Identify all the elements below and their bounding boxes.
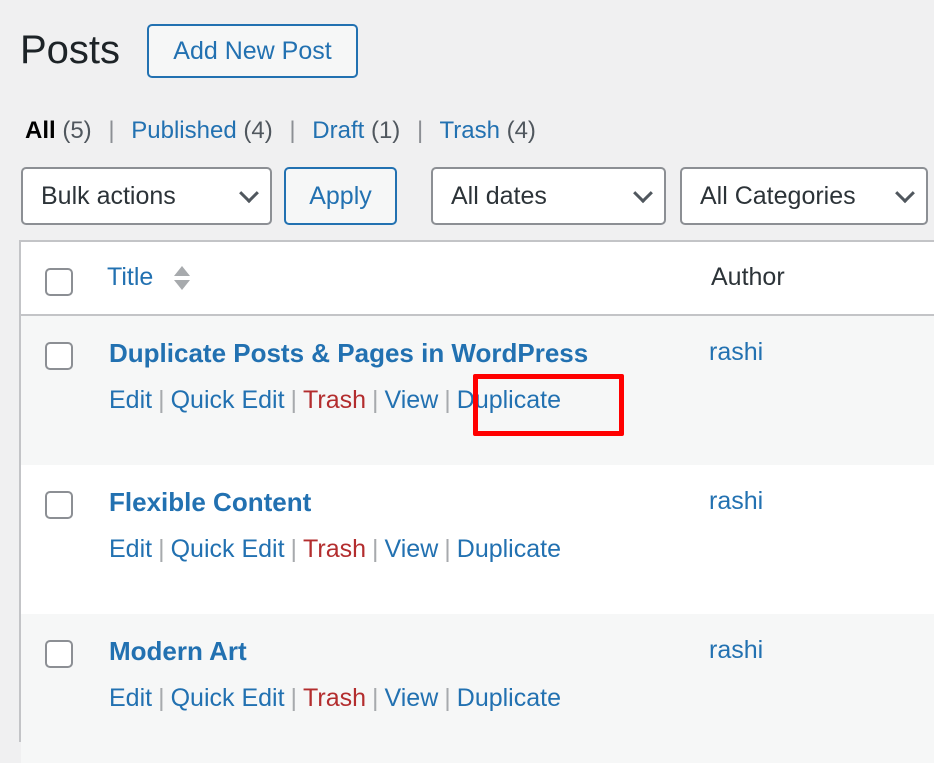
table-row: Duplicate Posts & Pages in WordPress Edi… [21, 316, 934, 465]
select-all-checkbox[interactable] [45, 268, 73, 296]
row-actions: Edit | Quick Edit | Trash | View | Duplicate [109, 684, 561, 712]
edit-link[interactable]: Edit [109, 684, 152, 712]
add-new-post-button[interactable]: Add New Post [147, 24, 358, 78]
bulk-actions-value: Bulk actions [41, 181, 176, 210]
chevron-down-icon [633, 183, 653, 204]
trash-link[interactable]: Trash [303, 535, 366, 563]
edit-link[interactable]: Edit [109, 386, 152, 414]
filter-published[interactable]: Published [131, 117, 236, 144]
row-checkbox[interactable] [45, 491, 73, 519]
categories-filter-value: All Categories [700, 181, 856, 210]
status-filter-links: All (5) | Published (4) | Draft (1) | Tr… [25, 116, 536, 146]
table-row: Modern Art Edit | Quick Edit | Trash | View | Du… [21, 614, 934, 763]
view-link[interactable]: View [385, 684, 439, 712]
view-link[interactable]: View [385, 535, 439, 563]
filter-all[interactable]: All [25, 117, 56, 144]
row-actions: Edit | Quick Edit | Trash | View | Duplicate [109, 535, 561, 563]
row-actions: Edit | Quick Edit | Trash | View | Duplicate [109, 386, 561, 414]
filter-all-count: (5) [62, 117, 92, 144]
chevron-down-icon [239, 183, 259, 204]
apply-button[interactable]: Apply [284, 167, 397, 225]
table-row: Flexible Content Edit | Quick Edit | Trash | V… [21, 465, 934, 614]
filter-trash[interactable]: Trash [439, 117, 499, 144]
duplicate-link[interactable]: Duplicate [457, 684, 561, 712]
dates-filter-select[interactable]: All dates [431, 167, 666, 225]
posts-table: Title Author Duplicate Posts & Pages in … [19, 240, 934, 763]
page-title: Posts [20, 28, 121, 72]
trash-link[interactable]: Trash [303, 386, 366, 414]
quick-edit-link[interactable]: Quick Edit [171, 535, 285, 563]
chevron-down-icon [895, 183, 915, 204]
duplicate-link[interactable]: Duplicate [457, 535, 561, 563]
post-title-link[interactable]: Modern Art [109, 636, 247, 667]
bulk-actions-select[interactable]: Bulk actions [21, 167, 272, 225]
categories-filter-select[interactable]: All Categories [680, 167, 928, 225]
row-checkbox[interactable] [45, 342, 73, 370]
quick-edit-link[interactable]: Quick Edit [171, 386, 285, 414]
filter-draft[interactable]: Draft [312, 117, 364, 144]
filter-published-count: (4) [243, 117, 273, 144]
author-link[interactable]: rashi [709, 338, 763, 367]
row-checkbox[interactable] [45, 640, 73, 668]
duplicate-link[interactable]: Duplicate [457, 386, 561, 414]
author-link[interactable]: rashi [709, 487, 763, 516]
dates-filter-value: All dates [451, 181, 547, 210]
filter-trash-count: (4) [506, 117, 536, 144]
separator: | [289, 117, 296, 144]
column-author: Author [711, 263, 785, 291]
trash-link[interactable]: Trash [303, 684, 366, 712]
author-link[interactable]: rashi [709, 636, 763, 665]
sort-icon[interactable] [174, 266, 190, 294]
edit-link[interactable]: Edit [109, 535, 152, 563]
post-title-link[interactable]: Flexible Content [109, 487, 311, 518]
quick-edit-link[interactable]: Quick Edit [171, 684, 285, 712]
table-header: Title Author [21, 242, 934, 316]
separator: | [416, 117, 424, 144]
view-link[interactable]: View [385, 386, 439, 414]
separator: | [108, 117, 115, 144]
filter-draft-count: (1) [370, 117, 401, 144]
post-title-link[interactable]: Duplicate Posts & Pages in WordPress [109, 338, 588, 369]
column-title-sort[interactable]: Title [107, 263, 153, 292]
